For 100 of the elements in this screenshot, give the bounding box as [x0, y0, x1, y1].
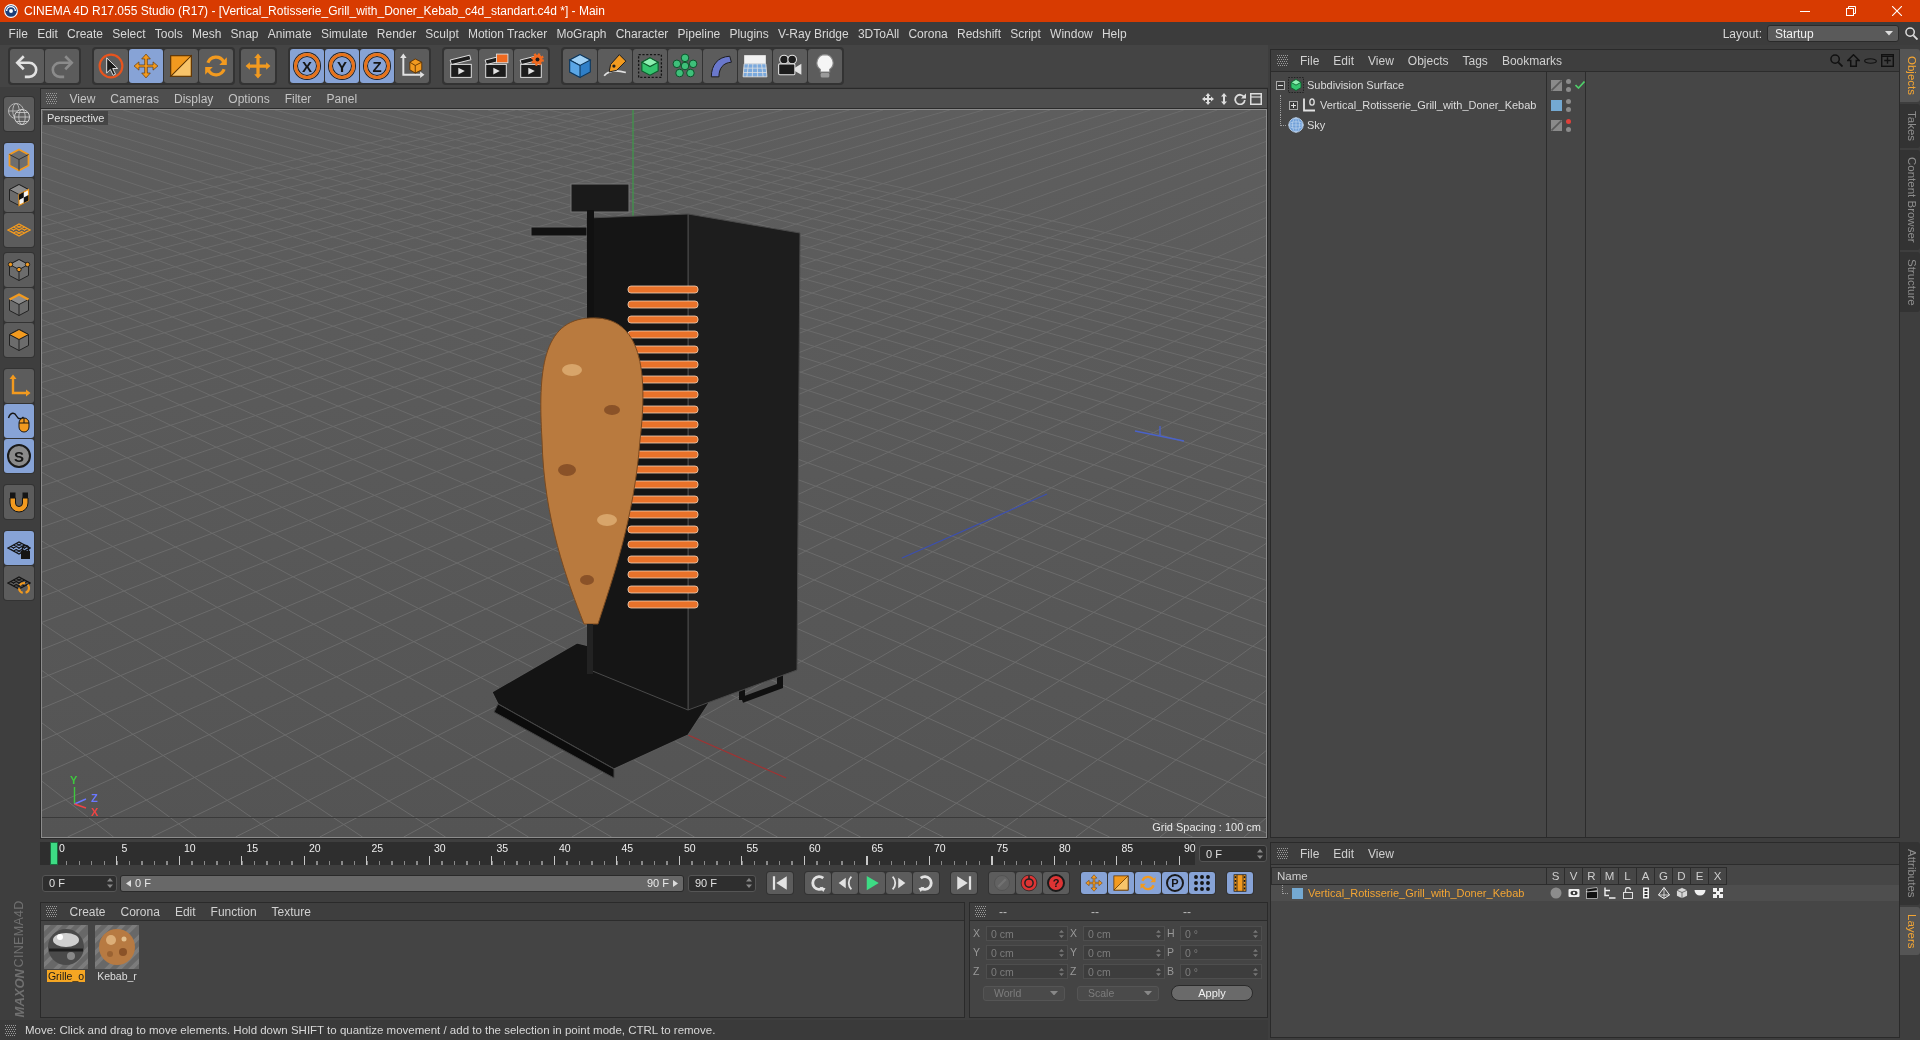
expand-icon[interactable]: [1289, 100, 1298, 110]
edges-mode-button[interactable]: [4, 288, 34, 322]
menu-item[interactable]: Animate: [263, 26, 317, 41]
object-name[interactable]: Vertical_Rotisserie_Grill_with_Doner_Kebab: [1320, 99, 1537, 111]
menu-item[interactable]: File: [4, 26, 33, 41]
menu-item[interactable]: File: [1293, 53, 1327, 68]
key-parameter-button[interactable]: P: [1162, 872, 1188, 894]
object-name[interactable]: Sky: [1307, 119, 1326, 131]
coordinate-system-button[interactable]: [395, 49, 429, 83]
key-scale-button[interactable]: [1108, 872, 1134, 894]
lock-workplane-button[interactable]: [4, 531, 34, 565]
y-axis-button[interactable]: Y: [325, 49, 359, 83]
pyramid-icon[interactable]: [1658, 887, 1670, 899]
undo-button[interactable]: [10, 49, 44, 83]
cube-button[interactable]: [563, 49, 597, 83]
side-tab[interactable]: Attributes: [1900, 842, 1920, 905]
last-tool-button[interactable]: [241, 49, 275, 83]
workplane-sync-button[interactable]: [4, 566, 34, 600]
menu-item[interactable]: Redshift: [952, 26, 1006, 41]
current-frame-field[interactable]: 0 F: [1199, 845, 1267, 862]
layout-dropdown[interactable]: Startup: [1767, 25, 1899, 42]
layer-swatch-icon[interactable]: [1551, 99, 1562, 111]
side-tab[interactable]: Structure: [1900, 251, 1920, 313]
object-name[interactable]: Subdivision Surface: [1307, 79, 1405, 91]
visibility-dot-icon[interactable]: [1566, 126, 1571, 132]
frame-range-slider[interactable]: 0 F 90 F: [120, 874, 684, 892]
column-header[interactable]: Name: [1271, 867, 1547, 885]
x-axis-button[interactable]: X: [290, 49, 324, 83]
grip-icon[interactable]: [975, 906, 986, 917]
dot-icon[interactable]: [1550, 887, 1562, 899]
polygons-mode-button[interactable]: [4, 323, 34, 357]
grip-icon[interactable]: [5, 1024, 16, 1036]
menu-item[interactable]: Cameras: [102, 91, 167, 106]
render-to-viewer-button[interactable]: [479, 49, 513, 83]
menu-item[interactable]: Options: [220, 91, 278, 106]
grip-icon[interactable]: [46, 906, 57, 917]
grip-icon[interactable]: [46, 93, 57, 104]
move-arrows-icon[interactable]: [1202, 92, 1214, 105]
menu-item[interactable]: Corona: [903, 26, 953, 41]
visibility-dot-icon[interactable]: [1566, 78, 1571, 84]
axis-mode-button[interactable]: [4, 369, 34, 403]
rotate-icon[interactable]: [1234, 92, 1246, 105]
slashed-square-icon[interactable]: [1551, 79, 1562, 91]
menu-item[interactable]: V-Ray Bridge: [773, 26, 854, 41]
subdivision-button[interactable]: [633, 49, 667, 83]
visibility-dot-icon[interactable]: [1566, 118, 1571, 124]
collapse-icon[interactable]: [1276, 80, 1285, 90]
menu-item[interactable]: Texture: [264, 904, 319, 919]
selection-tool-button[interactable]: [94, 49, 128, 83]
go-to-end-button[interactable]: [951, 872, 977, 894]
layer-row[interactable]: Vertical_Rotisserie_Grill_with_Doner_Kebab: [1271, 885, 1899, 901]
cross-shape-icon[interactable]: [1712, 887, 1724, 899]
deformer-button[interactable]: [703, 49, 737, 83]
menu-item[interactable]: Character: [611, 26, 673, 41]
menu-item[interactable]: Panel: [318, 91, 365, 106]
texture-mode-button[interactable]: [4, 178, 34, 212]
camera-button[interactable]: [773, 49, 807, 83]
menu-item[interactable]: Tools: [150, 26, 188, 41]
floor-button[interactable]: [738, 49, 772, 83]
visibility-dot-icon[interactable]: [1566, 86, 1571, 92]
end-frame-field[interactable]: 90 F: [688, 874, 756, 892]
menu-item[interactable]: Motion Tracker: [463, 26, 552, 41]
menu-item[interactable]: View: [62, 91, 103, 106]
maximize-icon[interactable]: [1250, 92, 1262, 105]
make-editable-button[interactable]: [4, 97, 34, 131]
clapperboard-icon[interactable]: [1586, 887, 1598, 899]
pen-button[interactable]: [598, 49, 632, 83]
menu-item[interactable]: Mesh: [187, 26, 226, 41]
render-view-button[interactable]: [444, 49, 478, 83]
menu-item[interactable]: Bookmarks: [1494, 53, 1569, 68]
slashed-square-icon[interactable]: [1551, 119, 1562, 131]
menu-item[interactable]: Plugins: [724, 26, 774, 41]
menu-item[interactable]: Sculpt: [420, 26, 464, 41]
menu-item[interactable]: Help: [1097, 26, 1132, 41]
eye-icon[interactable]: [1568, 887, 1580, 899]
menu-item[interactable]: Edit: [32, 26, 63, 41]
points-mode-button[interactable]: [4, 253, 34, 287]
menu-item[interactable]: Edit: [167, 904, 204, 919]
next-key-button[interactable]: [913, 872, 939, 894]
menu-item[interactable]: Tags: [1455, 53, 1495, 68]
menu-item[interactable]: Corona: [113, 904, 168, 919]
hierarchy-icon[interactable]: [1604, 887, 1616, 899]
key-points-button[interactable]: [1189, 872, 1215, 894]
menu-item[interactable]: Script: [1005, 26, 1046, 41]
rotate-tool-button[interactable]: [199, 49, 233, 83]
grip-icon[interactable]: [1277, 55, 1288, 66]
cube-icon[interactable]: [1676, 887, 1688, 899]
render-settings-button[interactable]: [514, 49, 548, 83]
timeline-ruler[interactable]: 0 5 10 15 20 25 30 35 40 45 50 55 60 65 70 75 80 85 90: [40, 842, 1195, 865]
material-name[interactable]: Grille_o: [46, 970, 86, 982]
key-help-button[interactable]: ?: [1043, 872, 1069, 894]
search-icon[interactable]: [1905, 27, 1918, 40]
start-frame-field[interactable]: 0 F: [42, 874, 117, 892]
previous-frame-button[interactable]: [832, 872, 858, 894]
model-mode-button[interactable]: [4, 143, 34, 177]
timeline-button[interactable]: [1227, 872, 1253, 894]
grip-icon[interactable]: [1277, 848, 1288, 859]
menu-item[interactable]: Edit: [1326, 846, 1362, 861]
menu-item[interactable]: Create: [62, 26, 108, 41]
textured-sphere-icon[interactable]: [95, 925, 139, 969]
